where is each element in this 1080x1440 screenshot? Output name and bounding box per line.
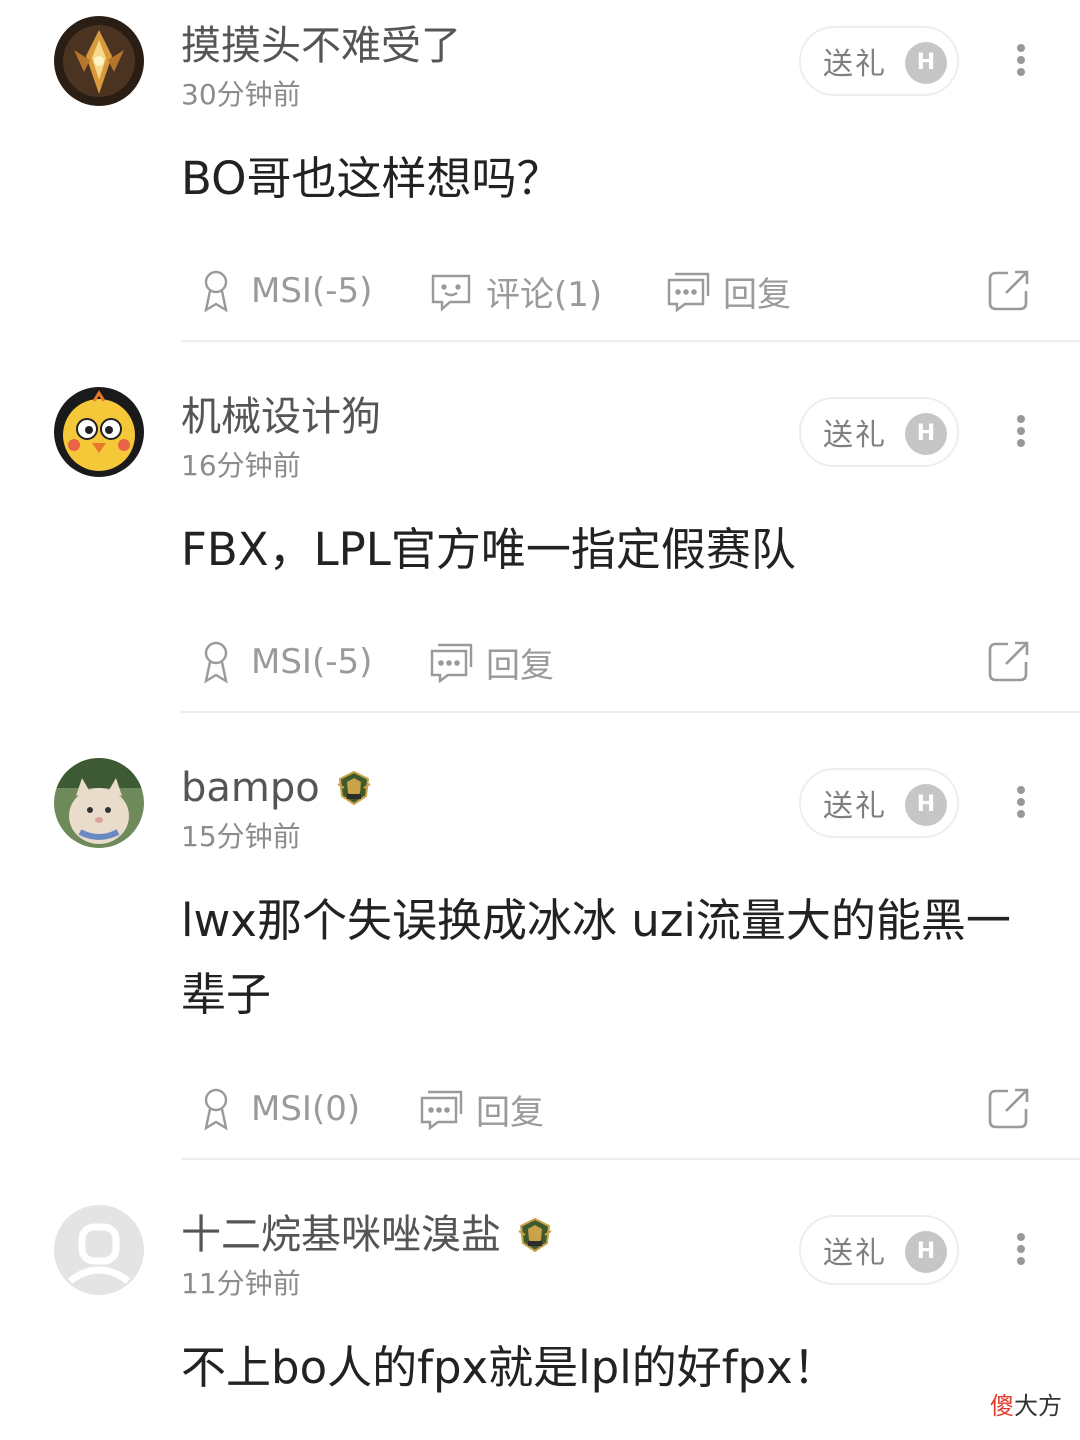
username[interactable]: 机械设计狗 [181, 393, 381, 441]
msi-vote-label: MSI(-5) [251, 642, 373, 682]
comment-actions: MSI(-5) 回复 [0, 634, 1080, 690]
coin-icon: H [905, 413, 947, 455]
comment-icon [431, 274, 471, 312]
msi-vote-button[interactable]: MSI(-5) [193, 634, 372, 690]
divider [181, 1158, 1080, 1160]
trophy-icon [204, 270, 228, 313]
username-text[interactable]: 机械设计狗 [181, 393, 381, 441]
gift-label: 送礼 [823, 789, 887, 824]
gift-button[interactable]: 送礼 H [799, 397, 959, 467]
share-icon[interactable] [986, 267, 1032, 313]
reply-button[interactable]: 回复 [428, 634, 554, 690]
comment-item: 摸摸头不难受了 30分钟前 送礼 H BO哥也这样想吗？ MSI(-5) 评论(… [0, 0, 1080, 342]
gift-label: 送礼 [823, 418, 887, 453]
comment-count-button[interactable]: 评论(1) [428, 263, 602, 319]
comment-actions: MSI(0) 回复 [0, 1081, 1080, 1137]
comment-content: BO哥也这样想吗？ [181, 152, 562, 205]
username-text[interactable]: 十二烷基咪唑溴盐 [181, 1211, 501, 1259]
gift-button[interactable]: 送礼 H [799, 1215, 959, 1285]
user-avatar[interactable] [54, 1205, 144, 1295]
username[interactable]: 十二烷基咪唑溴盐 [181, 1211, 553, 1259]
more-options-icon[interactable] [1001, 38, 1041, 82]
comment-content: 不上bo人的fpx就是lpl的好fpx！ [181, 1341, 838, 1394]
coin-icon: H [905, 42, 947, 84]
rank-badge-icon [336, 770, 372, 806]
comment-time: 11分钟前 [181, 1267, 301, 1300]
comment-count-label: 评论(1) [486, 274, 603, 315]
share-icon[interactable] [986, 638, 1032, 684]
comment-time: 30分钟前 [181, 78, 301, 111]
comment-content: lwx那个失误换成冰冰 uzi流量大的能黑一辈子 [181, 894, 1011, 1021]
reply-label: 回复 [723, 274, 791, 315]
watermark-red-text: 傻 [990, 1392, 1014, 1420]
reply-icon [667, 272, 710, 313]
user-avatar[interactable] [54, 387, 144, 477]
gift-label: 送礼 [823, 47, 887, 82]
gift-button[interactable]: 送礼 H [799, 768, 959, 838]
watermark: 傻大方 [990, 1386, 1062, 1421]
divider [181, 340, 1080, 342]
trophy-icon [204, 1088, 228, 1131]
comment-time: 16分钟前 [181, 449, 301, 482]
more-options-icon[interactable] [1001, 409, 1041, 453]
comment-content: FBX，LPL官方唯一指定假赛队 [181, 523, 796, 576]
username[interactable]: 摸摸头不难受了 [181, 22, 461, 70]
msi-vote-label: MSI(0) [251, 1089, 361, 1129]
username-text[interactable]: 摸摸头不难受了 [181, 22, 461, 70]
username[interactable]: bampo [181, 764, 372, 812]
reply-button[interactable]: 回复 [418, 1081, 544, 1137]
gift-button[interactable]: 送礼 H [799, 26, 959, 96]
watermark-dark-text: 大方 [1014, 1392, 1062, 1420]
msi-vote-button[interactable]: MSI(-5) [193, 263, 372, 319]
msi-vote-button[interactable]: MSI(0) [193, 1081, 360, 1137]
gift-label: 送礼 [823, 1236, 887, 1271]
divider [181, 711, 1080, 713]
comment-item: 十二烷基咪唑溴盐 11分钟前 送礼 H 不上bo人的fpx就是lpl的好fpx！ [0, 1189, 1080, 1440]
reply-icon [430, 643, 473, 684]
coin-icon: H [905, 784, 947, 826]
msi-vote-label: MSI(-5) [251, 271, 373, 311]
more-options-icon[interactable] [1001, 780, 1041, 824]
coin-icon: H [905, 1231, 947, 1273]
rank-badge-icon [517, 1217, 553, 1253]
reply-button[interactable]: 回复 [665, 263, 791, 319]
username-text[interactable]: bampo [181, 764, 320, 812]
user-avatar[interactable] [54, 16, 144, 106]
trophy-icon [204, 641, 228, 684]
comment-time: 15分钟前 [181, 820, 301, 853]
user-avatar[interactable] [54, 758, 144, 848]
share-icon[interactable] [986, 1085, 1032, 1131]
reply-label: 回复 [476, 1092, 544, 1133]
comment-item: bampo 15分钟前 送礼 H lwx那个失误换成冰冰 uzi流量大的能黑一辈… [0, 742, 1080, 1160]
comment-actions: MSI(-5) 评论(1) 回复 [0, 263, 1080, 319]
reply-label: 回复 [486, 645, 554, 686]
reply-icon [420, 1090, 463, 1131]
more-options-icon[interactable] [1001, 1227, 1041, 1271]
comment-item: 机械设计狗 16分钟前 送礼 H FBX，LPL官方唯一指定假赛队 MSI(-5… [0, 371, 1080, 713]
